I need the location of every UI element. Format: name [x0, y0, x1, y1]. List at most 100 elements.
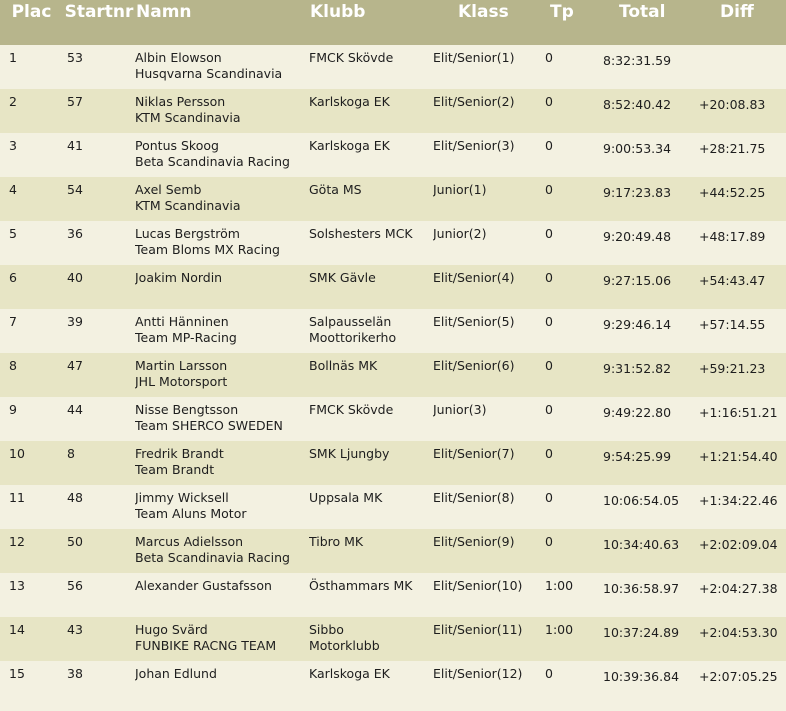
- diff-value: +1:34:22.46: [699, 493, 778, 508]
- total-time-value: 10:34:40.63: [603, 537, 680, 552]
- header-diff: Diff: [720, 2, 754, 22]
- cell-diff: +1:16:51.21: [699, 397, 786, 441]
- cell-plac: 11: [0, 485, 63, 529]
- cell-tp: 1:00: [545, 617, 603, 661]
- diff-value: +1:21:54.40: [699, 449, 778, 464]
- total-time-value: 9:54:25.99: [603, 449, 672, 464]
- cell-startnr: 36: [63, 221, 135, 265]
- cell-diff: +44:52.25: [699, 177, 786, 221]
- cell-plac: 4: [0, 177, 63, 221]
- cell-diff: +2:04:53.30: [699, 617, 786, 661]
- cell-plac: 14: [0, 617, 63, 661]
- placement-value: 6: [9, 270, 17, 285]
- header-startnr: Startnr: [64, 2, 134, 22]
- diff-value: +48:17.89: [699, 229, 766, 244]
- rider-team: Team MP-Racing: [135, 330, 237, 345]
- cell-tp: 0: [545, 45, 603, 89]
- cell-klass: Elit/Senior(9): [433, 529, 545, 573]
- cell-total: 9:00:53.34: [603, 133, 699, 177]
- placement-value: 7: [9, 314, 17, 329]
- cell-plac: 3: [0, 133, 63, 177]
- table-row: 6 40 Joakim Nordin SMK Gävle Elit/Senior(4) 0…: [0, 265, 786, 309]
- rider-team: Team SHERCO SWEDEN: [135, 418, 283, 433]
- cell-klubb: Karlskoga EK: [309, 661, 433, 705]
- placement-value: 5: [9, 226, 17, 241]
- table-row: 13 56 Alexander Gustafsson Östhammars MK Eli…: [0, 573, 786, 617]
- cell-klass: Elit/Senior(11): [433, 617, 545, 661]
- penalty-value: 0: [545, 358, 553, 373]
- class-value: Elit/Senior(5): [433, 314, 515, 329]
- table-row: 14 43 Hugo Svärd FUNBIKE RACNG TEAM Sibbo Mot…: [0, 617, 786, 661]
- penalty-value: 0: [545, 270, 553, 285]
- class-value: Junior(1): [433, 182, 487, 197]
- cell-total: 10:36:58.97: [603, 573, 699, 617]
- cell-startnr: 40: [63, 265, 135, 309]
- placement-value: 9: [9, 402, 17, 417]
- total-time-value: 10:37:24.89: [603, 625, 680, 640]
- rider-name: Jimmy Wicksell: [135, 490, 229, 505]
- placement-value: 15: [9, 666, 25, 681]
- start-number-value: 39: [67, 314, 83, 329]
- header-klass: Klass: [458, 2, 509, 22]
- cell-total: 10:37:24.89: [603, 617, 699, 661]
- cell-tp: 0: [545, 353, 603, 397]
- rider-name: Albin Elowson: [135, 50, 222, 65]
- cell-diff: +48:17.89: [699, 221, 786, 265]
- class-value: Elit/Senior(3): [433, 138, 515, 153]
- header-plac: Plac: [11, 2, 52, 22]
- cell-klubb: Göta MS: [309, 177, 433, 221]
- cell-total: 9:27:15.06: [603, 265, 699, 309]
- table-row: 15 38 Johan Edlund Karlskoga EK Elit/Senior(…: [0, 661, 786, 705]
- cell-klass: Junior(2): [433, 221, 545, 265]
- diff-value: +59:21.23: [699, 361, 766, 376]
- penalty-value: 0: [545, 138, 553, 153]
- cell-klubb: FMCK Skövde: [309, 45, 433, 89]
- placement-value: 2: [9, 94, 17, 109]
- cell-startnr: 56: [63, 573, 135, 617]
- cell-diff: +28:21.75: [699, 133, 786, 177]
- cell-startnr: 39: [63, 309, 135, 353]
- cell-tp: 0: [545, 265, 603, 309]
- results-table: Plac Startnr Namn Klubb Klass Tp Total D…: [0, 0, 786, 705]
- header-namn: Namn: [136, 2, 192, 22]
- cell-startnr: 48: [63, 485, 135, 529]
- cell-startnr: 53: [63, 45, 135, 89]
- rider-team: Team Aluns Motor: [135, 506, 247, 521]
- penalty-value: 0: [545, 666, 553, 681]
- cell-namn: Jimmy Wicksell Team Aluns Motor: [135, 485, 309, 529]
- cell-tp: 0: [545, 89, 603, 133]
- penalty-value: 1:00: [545, 578, 574, 593]
- cell-diff: +2:02:09.04: [699, 529, 786, 573]
- cell-plac: 7: [0, 309, 63, 353]
- total-time-value: 9:29:46.14: [603, 317, 672, 332]
- cell-klubb: Sibbo Motorklubb: [309, 617, 433, 661]
- cell-diff: +2:07:05.25: [699, 661, 786, 705]
- class-value: Elit/Senior(10): [433, 578, 523, 593]
- table-row: 4 54 Axel Semb KTM Scandinavia Göta MS Junior…: [0, 177, 786, 221]
- cell-tp: 0: [545, 309, 603, 353]
- cell-diff: +54:43.47: [699, 265, 786, 309]
- penalty-value: 0: [545, 50, 553, 65]
- cell-diff: +2:04:27.38: [699, 573, 786, 617]
- cell-diff: +20:08.83: [699, 89, 786, 133]
- placement-value: 10: [9, 446, 25, 461]
- total-time-value: 9:00:53.34: [603, 141, 672, 156]
- cell-namn: Fredrik Brandt Team Brandt: [135, 441, 309, 485]
- start-number-value: 40: [67, 270, 83, 285]
- cell-klubb: Karlskoga EK: [309, 133, 433, 177]
- cell-namn: Antti Hänninen Team MP-Racing: [135, 309, 309, 353]
- cell-klass: Elit/Senior(12): [433, 661, 545, 705]
- placement-value: 12: [9, 534, 25, 549]
- cell-klass: Junior(1): [433, 177, 545, 221]
- cell-total: 9:49:22.80: [603, 397, 699, 441]
- cell-plac: 8: [0, 353, 63, 397]
- cell-diff: [699, 45, 786, 89]
- cell-namn: Axel Semb KTM Scandinavia: [135, 177, 309, 221]
- table-row: 9 44 Nisse Bengtsson Team SHERCO SWEDEN FMCK…: [0, 397, 786, 441]
- cell-startnr: 8: [63, 441, 135, 485]
- rider-name: Nisse Bengtsson: [135, 402, 239, 417]
- start-number-value: 47: [67, 358, 83, 373]
- cell-namn: Hugo Svärd FUNBIKE RACNG TEAM: [135, 617, 309, 661]
- cell-namn: Joakim Nordin: [135, 265, 309, 309]
- cell-klass: Elit/Senior(2): [433, 89, 545, 133]
